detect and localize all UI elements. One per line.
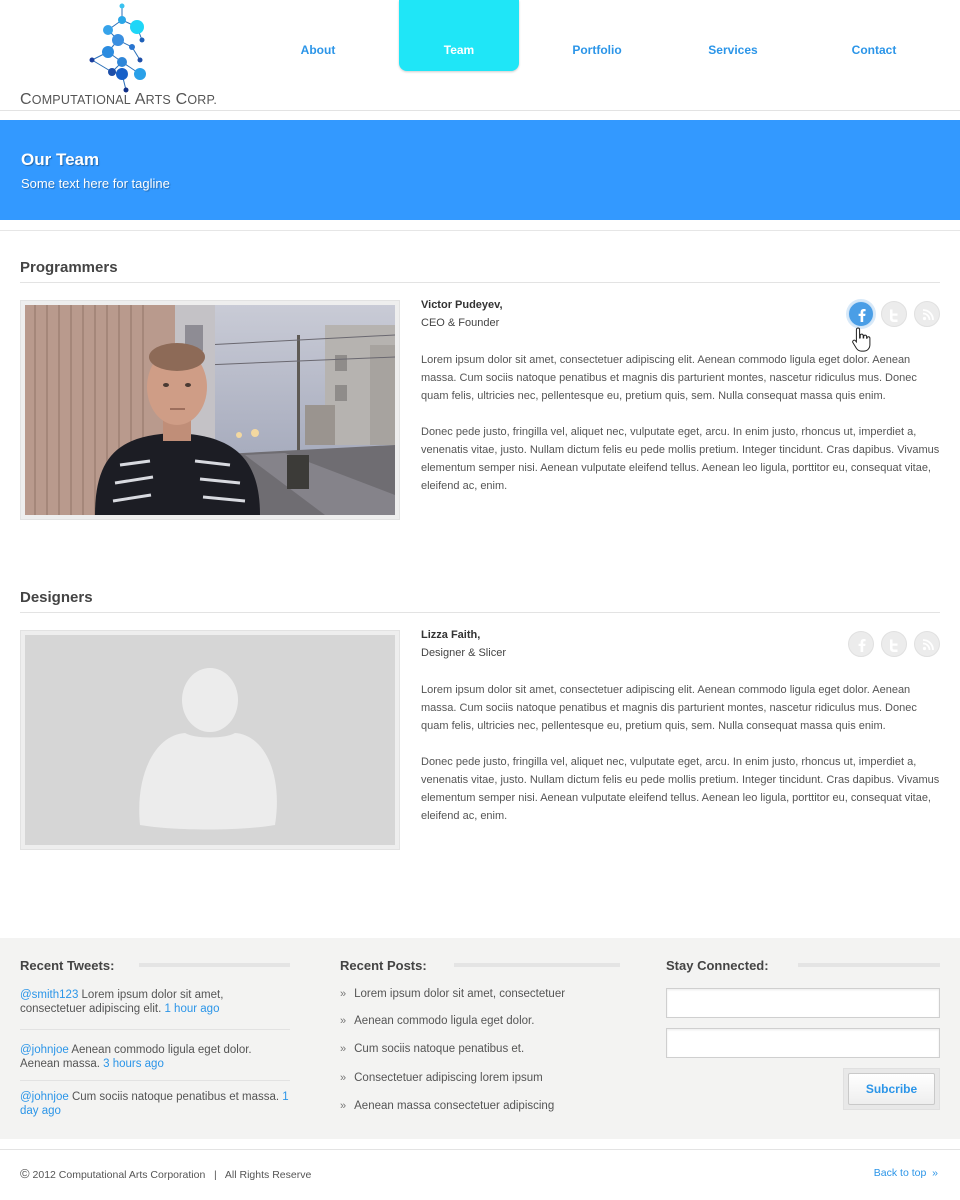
back-to-top-link[interactable]: Back to top »	[874, 1167, 938, 1179]
member-name: Lizza Faith,	[421, 629, 481, 641]
nav-services[interactable]: Services	[673, 0, 793, 71]
nav-team[interactable]: Team	[399, 0, 519, 71]
tweet-handle[interactable]: @johnjoe	[20, 1091, 69, 1103]
divider	[798, 963, 940, 967]
twitter-link[interactable]	[881, 301, 907, 327]
member-photo-victor	[25, 305, 395, 515]
member-bio-paragraph: Donec pede justo, fringilla vel, aliquet…	[421, 426, 940, 492]
social-links	[848, 631, 940, 657]
tweet-item: @smith123 Lorem ipsum dolor sit amet, co…	[20, 989, 224, 1015]
tweet-time[interactable]: 1 hour ago	[164, 1003, 219, 1015]
facebook-link[interactable]	[848, 631, 874, 657]
member-bio: Lorem ipsum dolor sit amet, consectetuer…	[421, 351, 946, 513]
footer-connect-title: Stay Connected:	[666, 958, 769, 973]
tweet-handle[interactable]: @smith123	[20, 989, 78, 1001]
molecule-logo-icon	[89, 3, 146, 93]
divider	[0, 230, 960, 231]
divider	[139, 963, 290, 967]
post-link[interactable]: » Aenean massa consectetuer adipiscing	[340, 1100, 554, 1112]
nav-about[interactable]: About	[258, 0, 378, 71]
facebook-link[interactable]	[848, 301, 874, 327]
avatar-placeholder-icon	[25, 635, 395, 845]
member-photo-placeholder	[25, 635, 395, 845]
tweet-item: @johnjoe Cum sociis natoque penatibus et…	[20, 1091, 289, 1117]
rss-icon	[922, 309, 934, 321]
facebook-icon	[858, 309, 866, 322]
nav-contact[interactable]: Contact	[814, 0, 934, 71]
site-header: COMPUTATIONAL ARTS CORP. About Team Port…	[0, 0, 960, 111]
subscribe-button-wrap: Subcribe	[843, 1068, 940, 1110]
rss-icon	[922, 639, 934, 651]
post-link[interactable]: » Consectetuer adipiscing lorem ipsum	[340, 1072, 543, 1084]
subscribe-email-input[interactable]	[666, 1028, 940, 1058]
section-title-designers: Designers	[20, 589, 940, 613]
copyright: © 2012 Computational Arts Corporation | …	[20, 1166, 312, 1181]
rss-link[interactable]	[914, 301, 940, 327]
section-title-programmers: Programmers	[20, 259, 940, 283]
twitter-icon	[890, 309, 898, 322]
nav-portfolio[interactable]: Portfolio	[537, 0, 657, 71]
hand-cursor-icon	[852, 327, 871, 352]
divider	[20, 1029, 290, 1030]
post-link[interactable]: » Aenean commodo ligula eget dolor.	[340, 1015, 534, 1027]
tweet-item: @johnjoe Aenean commodo ligula eget dolo…	[20, 1044, 252, 1070]
member-photo-frame	[20, 630, 400, 850]
twitter-link[interactable]	[881, 631, 907, 657]
site-footer: Recent Tweets: @smith123 Lorem ipsum dol…	[0, 938, 960, 1139]
page-banner: Our Team Some text here for tagline	[0, 120, 960, 220]
footer-posts-title: Recent Posts:	[340, 958, 427, 973]
tweet-handle[interactable]: @johnjoe	[20, 1044, 69, 1056]
tweet-time[interactable]: 3 hours ago	[103, 1058, 164, 1070]
post-link[interactable]: » Lorem ipsum dolor sit amet, consectetue…	[340, 988, 565, 1000]
footer-tweets-title: Recent Tweets:	[20, 958, 115, 973]
brand-name: COMPUTATIONAL ARTS CORP.	[20, 91, 218, 108]
divider	[454, 963, 620, 967]
subscribe-name-input[interactable]	[666, 988, 940, 1018]
member-bio-paragraph: Lorem ipsum dolor sit amet, consectetuer…	[421, 684, 917, 732]
facebook-icon	[858, 639, 866, 652]
social-links	[848, 301, 940, 327]
member-role: Designer & Slicer	[421, 647, 506, 659]
member-role: CEO & Founder	[421, 317, 500, 329]
page-title: Our Team	[21, 150, 100, 169]
page-tagline: Some text here for tagline	[21, 176, 170, 191]
logo[interactable]: COMPUTATIONAL ARTS CORP.	[20, 0, 250, 110]
member-photo-frame	[20, 300, 400, 520]
post-link[interactable]: » Cum sociis natoque penatibus et.	[340, 1043, 524, 1055]
twitter-icon	[890, 639, 898, 652]
member-name: Victor Pudeyev,	[421, 299, 503, 311]
member-bio-paragraph: Lorem ipsum dolor sit amet, consectetuer…	[421, 354, 917, 402]
divider	[0, 1149, 960, 1150]
divider	[20, 1080, 290, 1081]
member-bio-paragraph: Donec pede justo, fringilla vel, aliquet…	[421, 756, 940, 822]
subscribe-button[interactable]: Subcribe	[848, 1073, 935, 1105]
member-bio: Lorem ipsum dolor sit amet, consectetuer…	[421, 681, 946, 843]
rss-link[interactable]	[914, 631, 940, 657]
